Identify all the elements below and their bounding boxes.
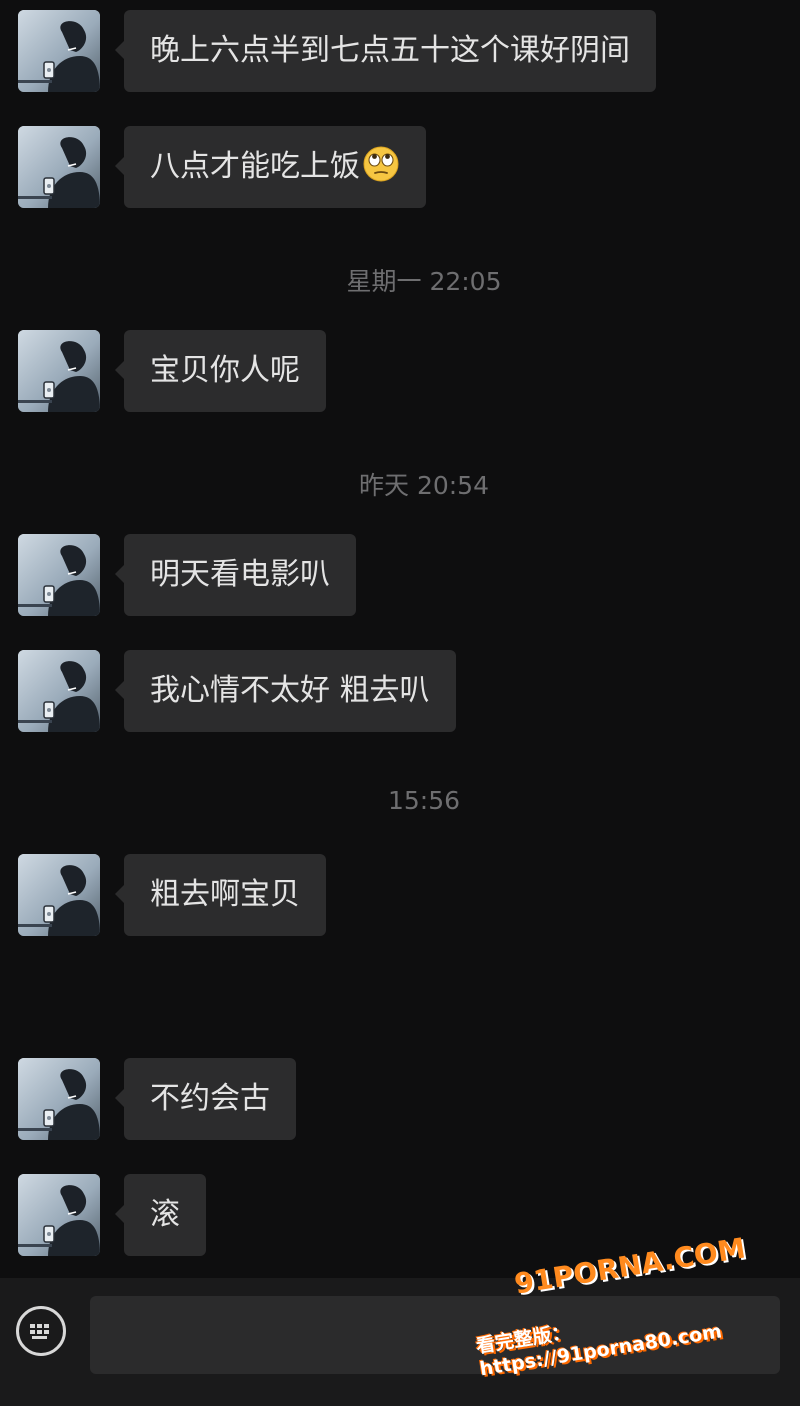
message-text: 明天看电影叭: [150, 557, 330, 592]
message-text: 滚: [150, 1197, 180, 1232]
message-bubble[interactable]: 八点才能吃上饭: [115, 126, 426, 208]
avatar[interactable]: [18, 126, 100, 208]
keyboard-toggle-button[interactable]: [16, 1306, 66, 1356]
message-text: 不约会古: [150, 1081, 270, 1116]
timestamp: 星期一 22:05: [346, 267, 502, 296]
message-text: 粗去啊宝贝: [150, 877, 300, 912]
message-text: 八点才能吃上饭: [150, 149, 360, 184]
avatar[interactable]: [18, 534, 100, 616]
avatar[interactable]: [18, 854, 100, 936]
message-bubble[interactable]: 滚: [115, 1174, 206, 1256]
timestamp: 15:56: [387, 786, 461, 815]
avatar[interactable]: [18, 330, 100, 412]
avatar[interactable]: [18, 10, 100, 92]
message-bubble[interactable]: 晚上六点半到七点五十这个课好阴间: [115, 10, 656, 92]
message-bubble[interactable]: 不约会古: [115, 1058, 296, 1140]
eye-roll-emoji-icon: [362, 133, 400, 182]
avatar[interactable]: [18, 1174, 100, 1256]
message-text: 晚上六点半到七点五十这个课好阴间: [150, 33, 630, 68]
timestamp: 昨天 20:54: [359, 471, 489, 500]
message-bubble[interactable]: 我心情不太好 粗去叭: [115, 650, 456, 732]
avatar[interactable]: [18, 650, 100, 732]
keyboard-icon: [30, 1324, 49, 1339]
message-text: 我心情不太好 粗去叭: [150, 673, 430, 708]
message-text: 宝贝你人呢: [150, 353, 300, 388]
message-bubble[interactable]: 明天看电影叭: [115, 534, 356, 616]
message-bubble[interactable]: 宝贝你人呢: [115, 330, 326, 412]
avatar[interactable]: [18, 1058, 100, 1140]
message-bubble[interactable]: 粗去啊宝贝: [115, 854, 326, 936]
